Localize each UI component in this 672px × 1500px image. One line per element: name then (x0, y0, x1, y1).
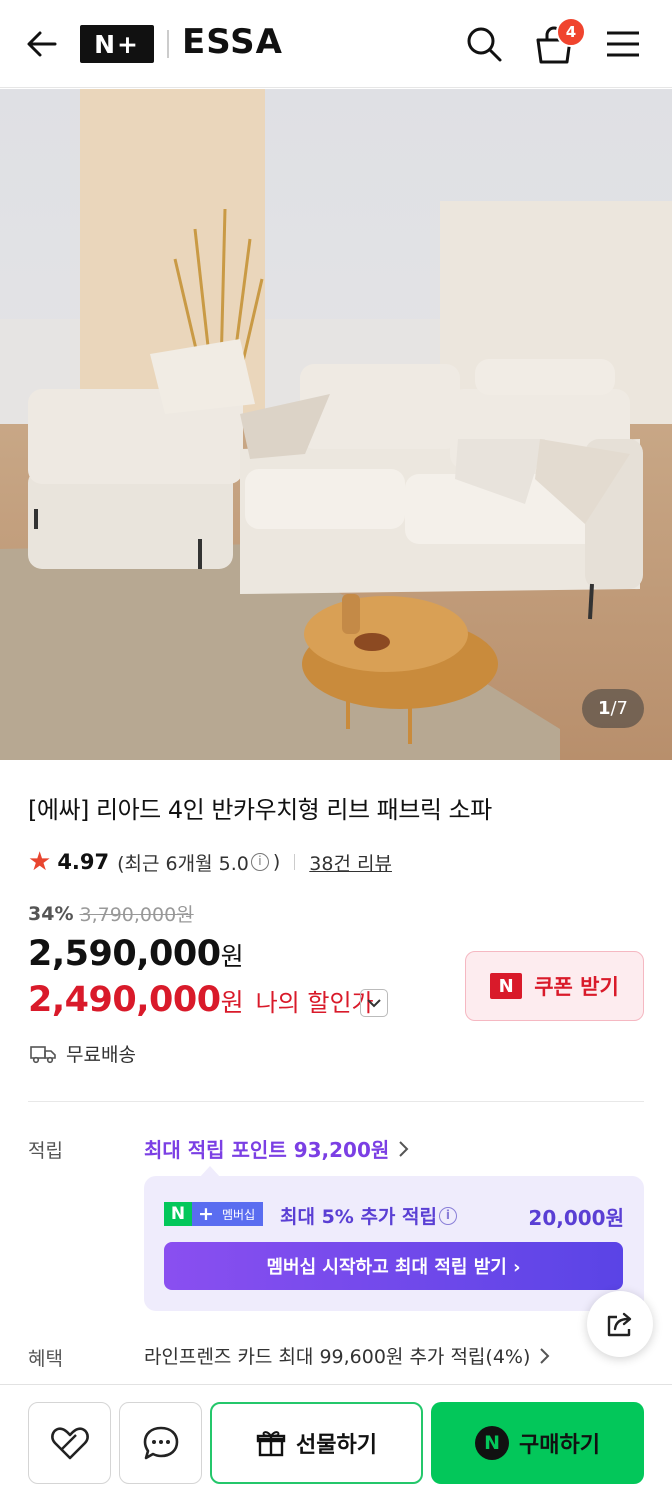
card-benefit-link[interactable]: 라인프렌즈 카드 최대 99,600원 추가 적립(4%) (144, 1342, 552, 1369)
rating-divider (294, 854, 296, 870)
product-title: [에싸] 리아드 4인 반카우치형 리브 패브릭 소파 (28, 796, 492, 824)
rating-row: ★ 4.97 (최근 6개월 5.0 i ) 38건 리뷰 (28, 846, 392, 878)
chevron-right-icon (399, 1140, 409, 1157)
info-icon[interactable]: i (250, 853, 269, 871)
gift-icon (256, 1431, 286, 1457)
nplus-logo[interactable]: N+ (80, 25, 154, 63)
my-price-expand-button[interactable] (360, 989, 388, 1017)
naver-coupon-icon: N (490, 973, 523, 999)
membership-promo-box: N + 멤버십 최대 5% 추가 적립 i 20,000원 멤버십 시작하고 최… (144, 1176, 644, 1311)
heart-icon (50, 1427, 89, 1460)
talktalk-inquiry-button[interactable] (119, 1402, 202, 1484)
top-header: N+ ESSA 4 (0, 0, 672, 88)
share-button[interactable] (587, 1291, 653, 1357)
cart-count-badge: 4 (556, 17, 586, 47)
coupon-download-button[interactable]: N 쿠폰 받기 (465, 951, 644, 1021)
wishlist-button[interactable] (28, 1402, 111, 1484)
image-counter: 1/7 (581, 689, 644, 728)
store-brand-name[interactable]: ESSA (182, 22, 283, 62)
header-divider (167, 30, 169, 58)
chat-icon (143, 1426, 178, 1460)
my-discount-price: 2,490,000 원 나의 할인가 (28, 980, 374, 1020)
truck-icon (30, 1045, 56, 1063)
benefit-label: 혜택 (28, 1348, 63, 1370)
section-divider (28, 1101, 644, 1102)
product-image-carousel[interactable]: 1/7 (0, 89, 672, 760)
membership-extra-points: 최대 5% 추가 적립 i (280, 1202, 461, 1229)
star-icon: ★ (28, 847, 52, 877)
bottom-action-bar: 선물하기 N 구매하기 (0, 1384, 672, 1500)
naver-pay-icon: N (475, 1426, 510, 1460)
discount-percent: 34% (28, 902, 74, 925)
buy-button[interactable]: N 구매하기 (431, 1402, 644, 1484)
back-arrow-icon[interactable] (24, 26, 60, 62)
review-count-link[interactable]: 38건 리뷰 (309, 849, 392, 876)
start-membership-button[interactable]: 멤버십 시작하고 최대 적립 받기 › (164, 1242, 623, 1290)
max-points-link[interactable]: 최대 적립 포인트 93,200원 (144, 1134, 411, 1163)
points-label: 적립 (28, 1140, 63, 1162)
info-icon[interactable]: i (438, 1206, 457, 1225)
menu-icon[interactable] (604, 26, 642, 62)
chevron-right-icon (540, 1347, 550, 1364)
recent-rating: (최근 6개월 5.0 (117, 852, 249, 875)
search-icon[interactable] (464, 24, 504, 64)
chevron-down-icon (367, 999, 381, 1008)
sofa-product-photo (0, 89, 672, 760)
shipping-info: 무료배송 (30, 1040, 136, 1067)
discount-row: 34% 3,790,000원 (28, 900, 194, 927)
nplus-membership-badge: N + 멤버십 (164, 1202, 264, 1226)
gift-button[interactable]: 선물하기 (210, 1402, 423, 1484)
original-price: 3,790,000원 (79, 904, 194, 926)
share-icon (607, 1312, 632, 1337)
rating-score: 4.97 (57, 850, 110, 874)
membership-points-amount: 20,000원 (528, 1206, 624, 1230)
recent-rating-close: ) (272, 851, 281, 873)
sale-price: 2,590,000원 (28, 934, 244, 974)
my-price-label: 나의 할인가 (255, 989, 374, 1017)
